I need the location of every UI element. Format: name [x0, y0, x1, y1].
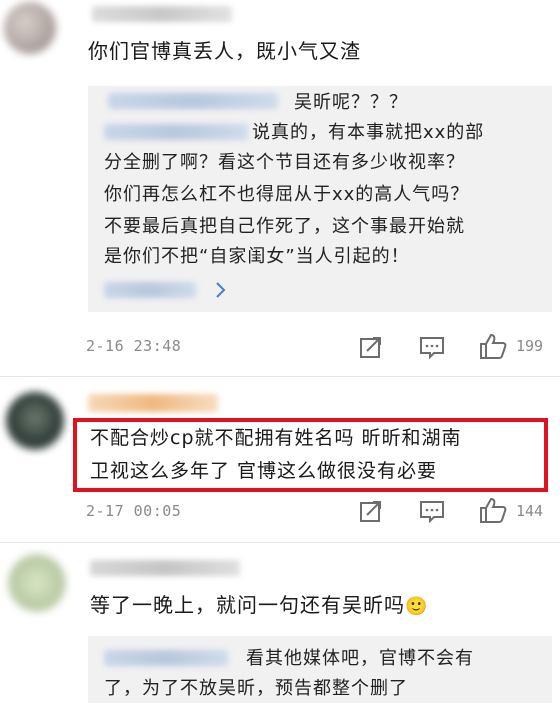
like-icon[interactable]: [478, 496, 508, 524]
username[interactable]: [88, 394, 218, 412]
reply-text: 看其他媒体吧，官博不会有: [246, 648, 474, 669]
comment-text-content: 等了一晚上，就问一句还有吴昕吗: [90, 593, 405, 617]
reply-text: 分全删了啊？看这个节目还有多少收视率？: [104, 152, 465, 173]
share-icon[interactable]: [358, 334, 384, 360]
avatar[interactable]: [4, 2, 56, 54]
reply-username[interactable]: [104, 650, 228, 666]
comment-text: 不配合炒cp就不配拥有姓名吗 昕昕和湖南: [90, 427, 462, 449]
smile-emoji-icon: 🙂: [405, 596, 429, 617]
comment-icon[interactable]: [418, 334, 446, 360]
reply-username[interactable]: [104, 124, 248, 140]
comment-text: 等了一晚上，就问一句还有吴昕吗🙂: [90, 590, 428, 622]
share-icon[interactable]: [358, 498, 384, 524]
like-count: 199: [516, 337, 544, 355]
timestamp: 2-17 00:05: [86, 502, 182, 520]
avatar[interactable]: [8, 554, 66, 612]
reply-text: 你们再怎么杠不也得屈从于xx的高人气吗？: [104, 184, 470, 205]
reply-username[interactable]: [108, 93, 278, 109]
reply-text: 吴昕呢？？？: [294, 92, 408, 113]
avatar[interactable]: [6, 392, 64, 450]
divider: [0, 542, 560, 543]
comment-text: 你们官博真丢人，既小气又渣: [88, 39, 361, 63]
username[interactable]: [92, 6, 232, 22]
comment-icon[interactable]: [418, 498, 446, 524]
reply-text: 不要最后真把自己作死了，这个事最开始就: [104, 216, 465, 237]
chevron-right-icon[interactable]: [214, 280, 228, 300]
timestamp: 2-16 23:48: [86, 337, 182, 355]
like-icon[interactable]: [478, 332, 508, 360]
comment-text: 卫视这么多年了 官博这么做很没有必要: [90, 460, 438, 482]
username[interactable]: [90, 560, 240, 576]
reply-text: 是你们不把“自家闺女”当人引起的！: [104, 246, 410, 267]
reply-text: 了，为了不放吴昕，预告都整个删了: [104, 678, 408, 699]
more-replies-link[interactable]: [104, 282, 196, 298]
divider: [0, 376, 560, 377]
like-count: 144: [516, 502, 544, 520]
reply-text: 说真的，有本事就把xx的部: [252, 122, 485, 143]
